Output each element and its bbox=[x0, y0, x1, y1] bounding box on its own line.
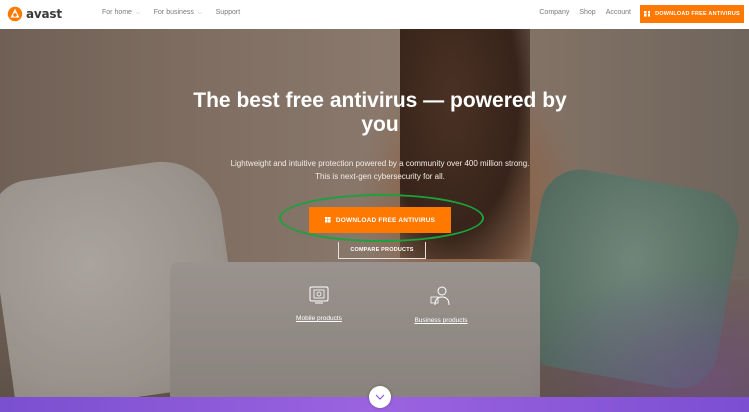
scroll-down-button[interactable] bbox=[369, 386, 391, 408]
nav-item-label: For business bbox=[153, 9, 194, 16]
avast-logo[interactable]: avast bbox=[6, 5, 62, 23]
mobile-devices-icon bbox=[309, 286, 329, 304]
hero-headline: The best free antivirus — powered by you bbox=[193, 89, 567, 136]
nav-item-for-home[interactable]: For home ⌵ bbox=[102, 9, 140, 16]
cta-label: DOWNLOAD FREE ANTIVIRUS bbox=[335, 216, 436, 224]
nav-item-label: For home bbox=[102, 9, 132, 16]
nav-primary-menu: For home ⌵ For business ⌵ Support bbox=[102, 9, 254, 16]
nav-item-label: Support bbox=[215, 9, 241, 16]
nav-item-account[interactable]: Account bbox=[606, 9, 631, 16]
download-free-antivirus-button[interactable]: DOWNLOAD FREE ANTIVIRUS bbox=[309, 207, 451, 233]
top-nav: avast For home ⌵ For business ⌵ Support … bbox=[0, 0, 749, 30]
product-label: Mobile products bbox=[296, 315, 342, 322]
nav-download-button[interactable]: DOWNLOAD FREE ANTIVIRUS bbox=[640, 5, 744, 23]
chevron-down-icon: ⌵ bbox=[135, 9, 140, 16]
hero-subheadline-line-2: This is next-gen cybersecurity for all. bbox=[315, 172, 445, 181]
windows-icon bbox=[644, 11, 651, 17]
business-products-link[interactable]: Business products bbox=[408, 285, 474, 324]
business-user-icon bbox=[430, 286, 450, 306]
compare-products-button[interactable]: COMPARE PRODUCTS bbox=[338, 242, 426, 259]
nav-secondary-menu: Company Shop Account bbox=[529, 9, 631, 16]
hero-subheadline-line-1: Lightweight and intuitive protection pow… bbox=[230, 159, 530, 168]
hero-section: The best free antivirus — powered by you… bbox=[0, 29, 749, 397]
product-label: Business products bbox=[414, 317, 468, 324]
windows-icon bbox=[324, 217, 331, 223]
nav-item-support[interactable]: Support bbox=[216, 9, 241, 16]
nav-item-for-business[interactable]: For business ⌵ bbox=[154, 9, 202, 16]
nav-download-label: DOWNLOAD FREE ANTIVIRUS bbox=[655, 11, 740, 17]
brand-name: avast bbox=[26, 7, 62, 21]
avast-logo-icon bbox=[7, 6, 23, 22]
chevron-down-icon: ⌵ bbox=[197, 9, 202, 16]
hero-subheadline: Lightweight and intuitive protection pow… bbox=[190, 157, 570, 183]
chevron-down-icon bbox=[375, 394, 385, 400]
nav-item-company[interactable]: Company bbox=[539, 9, 569, 16]
mobile-products-link[interactable]: Mobile products bbox=[286, 285, 352, 322]
nav-item-shop[interactable]: Shop bbox=[579, 9, 595, 16]
